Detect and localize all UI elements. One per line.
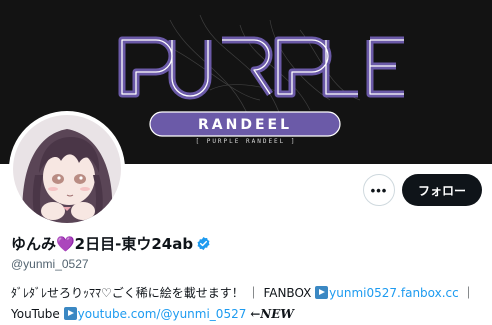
avatar[interactable]	[9, 111, 125, 227]
more-icon: •••	[370, 182, 388, 198]
fanbox-label: FANBOX	[263, 286, 312, 300]
follow-button[interactable]: フォロー	[402, 174, 482, 206]
profile-handle: @yunmi_0527	[11, 257, 89, 271]
profile-bio: ﾀﾞﾚﾀﾞﾚせろりｯﾏﾏ♡ごく稀に絵を載せます！ ｜ FANBOX yunmi0…	[11, 283, 486, 325]
fanbox-link-text[interactable]: yunmi0527.fanbox.cc	[329, 286, 459, 300]
avatar-illustration	[13, 115, 121, 223]
youtube-link[interactable]: youtube.com/@yunmi_0527	[63, 307, 247, 321]
bio-separator: ｜	[462, 286, 475, 300]
bio-intro: ﾀﾞﾚﾀﾞﾚせろりｯﾏﾏ♡ごく稀に絵を載せます！	[11, 286, 244, 300]
verified-badge-icon[interactable]	[196, 236, 211, 251]
more-button[interactable]: •••	[363, 174, 395, 206]
bio-line-1: ﾀﾞﾚﾀﾞﾚせろりｯﾏﾏ♡ごく稀に絵を載せます！ ｜ FANBOX yunmi0…	[11, 283, 486, 304]
youtube-link-text[interactable]: youtube.com/@yunmi_0527	[78, 307, 247, 321]
youtube-label: YouTube	[11, 307, 60, 321]
banner-logo-sub: RANDEEL	[198, 117, 292, 133]
new-tag: ←NEW	[250, 307, 294, 321]
fanbox-link[interactable]: yunmi0527.fanbox.cc	[315, 286, 459, 300]
profile-name-row: ゆんみ💜2日目-東ウ24ab	[11, 233, 211, 254]
play-button-icon	[315, 286, 329, 299]
play-button-icon	[63, 307, 77, 320]
bio-separator: ｜	[247, 286, 260, 300]
display-name: ゆんみ💜2日目-東ウ24ab	[11, 235, 194, 253]
